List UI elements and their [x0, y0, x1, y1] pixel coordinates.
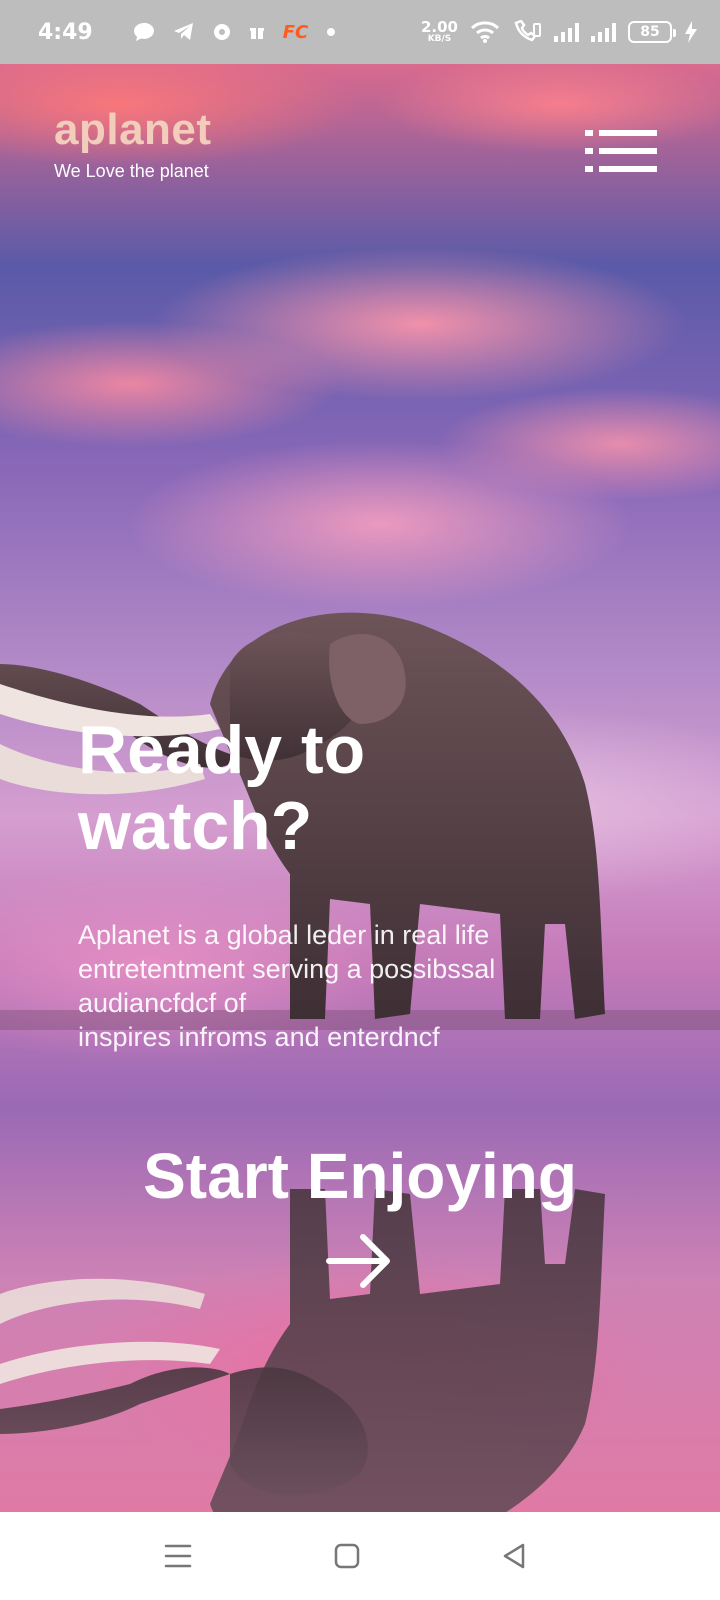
arrow-right-icon: [326, 1234, 390, 1288]
notification-dot-icon: [326, 27, 336, 37]
hero-section: aplanet We Love the planet Ready to watc…: [0, 64, 720, 1512]
telegram-icon: [173, 22, 195, 42]
chrome-icon: [213, 23, 231, 41]
battery-icon: 85: [628, 21, 676, 43]
brand-tagline: We Love the planet: [54, 161, 209, 181]
brand-name: aplanet: [54, 105, 212, 154]
brand-logo[interactable]: aplanet We Love the planet: [54, 106, 212, 182]
chat-bubble-icon: [133, 22, 155, 42]
network-speed: 2.00 KB/S: [420, 18, 458, 45]
fc-app-icon: FC: [282, 21, 309, 43]
status-bar: 4:49 FC 2.00 KB/S 85: [0, 0, 720, 64]
description-line: inspires infroms and enterdncf: [78, 1022, 440, 1052]
network-speed-value: 2.00: [420, 18, 458, 36]
home-icon[interactable]: [327, 1536, 367, 1576]
description-line: Aplanet is a global leder in real life: [78, 920, 490, 950]
signal-strength-2-icon: [591, 22, 616, 42]
back-icon[interactable]: [495, 1536, 535, 1576]
battery-level: 85: [640, 24, 660, 40]
wifi-icon: [470, 20, 500, 44]
volte-call-icon: [512, 20, 542, 44]
start-enjoying-label: Start Enjoying: [143, 1140, 577, 1212]
status-time: 4:49: [38, 19, 93, 45]
headline-line-1: Ready to: [78, 712, 366, 788]
status-left: 4:49 FC: [38, 20, 336, 45]
description-line: audiancfdcf of: [78, 988, 247, 1018]
signal-strength-1-icon: [554, 22, 579, 42]
hero-headline: Ready to watch?: [78, 712, 598, 864]
system-nav-bar: [0, 1512, 720, 1600]
hero-description: Aplanet is a global leder in real life e…: [78, 918, 578, 1054]
network-speed-unit: KB/S: [427, 34, 452, 44]
headline-line-2: watch?: [78, 788, 313, 864]
charging-bolt-icon: [684, 20, 698, 44]
description-line: entretentment serving a possibssal: [78, 954, 496, 984]
start-enjoying-button[interactable]: Start Enjoying: [130, 1140, 590, 1310]
recents-icon[interactable]: [158, 1536, 198, 1576]
gift-icon: [249, 24, 265, 40]
status-right: 2.00 KB/S 85: [421, 20, 698, 44]
hamburger-menu-icon[interactable]: [585, 130, 657, 172]
